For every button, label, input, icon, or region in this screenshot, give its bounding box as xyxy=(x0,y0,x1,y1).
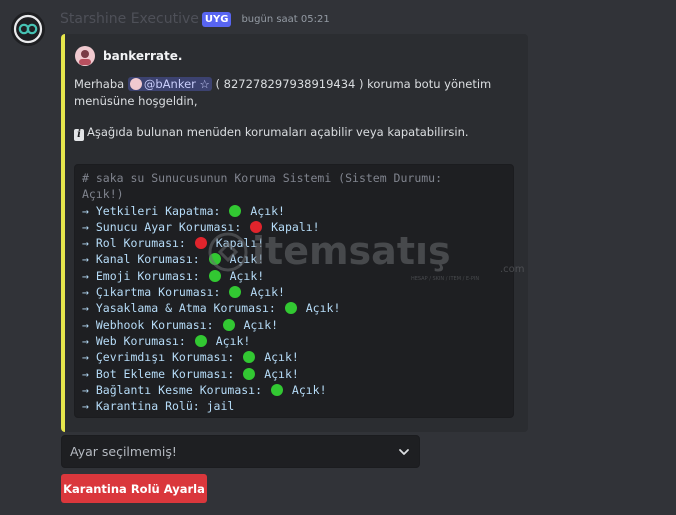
status-label: → Çevrimdışı Koruması: xyxy=(82,350,235,365)
status-value: Açık! xyxy=(291,382,327,397)
app-badge: UYG xyxy=(201,11,232,27)
green-circle-icon xyxy=(194,334,207,347)
status-label: → Rol Koruması: xyxy=(82,236,186,251)
status-label: → Çıkartma Koruması: xyxy=(82,285,221,300)
status-line: → Çevrimdışı Koruması: Açık! xyxy=(82,349,506,365)
status-line: → Yetkileri Kapatma: Açık! xyxy=(82,203,506,219)
description-line-2: menüsüne hoşgeldin, xyxy=(74,94,198,108)
settings-select-menu[interactable]: Ayar seçilmemiş! xyxy=(61,435,420,468)
author-avatar-icon xyxy=(75,46,95,66)
quarantine-role-button[interactable]: Karantina Rolü Ayarla xyxy=(61,474,207,503)
status-value: Açık! xyxy=(250,285,285,300)
embed-author: bankerrate. xyxy=(75,46,182,66)
green-circle-icon xyxy=(208,269,221,282)
green-circle-icon xyxy=(229,286,242,299)
status-line: → Çıkartma Koruması: Açık! xyxy=(82,284,506,300)
mention-text: @bAnker ☆ xyxy=(143,77,210,91)
status-value: Açık! xyxy=(215,333,251,348)
status-label: → Webhook Koruması: xyxy=(82,317,214,332)
message-header: Starshine Executive UYG bugün saat 05:21 xyxy=(60,11,330,27)
green-circle-icon xyxy=(229,204,242,217)
status-value: Açık! xyxy=(243,317,279,332)
embed-accent-bar xyxy=(61,34,65,432)
bot-logo-icon xyxy=(13,14,43,44)
status-line: → Kanal Koruması: Açık! xyxy=(82,251,506,267)
select-placeholder: Ayar seçilmemiş! xyxy=(70,444,177,459)
status-value: Açık! xyxy=(250,203,285,218)
description-line-1: Merhaba @bAnker ☆ ( 827278297938919434 )… xyxy=(74,76,491,93)
quarantine-role-line: → Karantina Rolü: jail xyxy=(82,399,235,414)
status-label: → Sunucu Ayar Koruması: xyxy=(82,219,242,234)
status-line: → Bot Ekleme Koruması: Açık! xyxy=(82,366,506,382)
status-value: Açık! xyxy=(264,350,299,365)
status-value: Kapalı! xyxy=(271,219,320,234)
status-label: → Yasaklama & Atma Koruması: xyxy=(82,301,276,316)
status-line: → Webhook Koruması: Açık! xyxy=(82,317,506,333)
status-value: Kapalı! xyxy=(215,236,265,251)
green-circle-icon xyxy=(284,302,297,315)
green-circle-icon xyxy=(243,367,256,380)
status-value: Açık! xyxy=(229,268,265,283)
status-line: → Rol Koruması: Kapalı! xyxy=(82,235,506,251)
status-line: → Emoji Koruması: Açık! xyxy=(82,268,506,284)
red-circle-icon xyxy=(194,237,207,250)
status-line: → Bağlantı Kesme Koruması: Açık! xyxy=(82,382,506,398)
user-id-text: ( 827278297938919434 ) koruma botu yönet… xyxy=(215,77,492,91)
code-comment: Açık!) xyxy=(82,187,124,202)
status-label: → Bot Ekleme Koruması: xyxy=(82,366,235,381)
info-text: Aşağıda bulunan menüden korumaları açabi… xyxy=(87,125,469,139)
code-comment: # saka su Sunucusunun Koruma Sistemi (Si… xyxy=(82,171,443,185)
chevron-down-icon xyxy=(399,448,409,455)
greeting-text: Merhaba xyxy=(74,77,125,91)
green-circle-icon xyxy=(208,253,221,266)
status-value: Açık! xyxy=(229,252,265,267)
timestamp: bugün saat 05:21 xyxy=(241,13,330,25)
mention-avatar-icon xyxy=(129,78,142,90)
status-label: → Web Koruması: xyxy=(82,333,186,348)
green-circle-icon xyxy=(270,383,283,396)
status-label: → Kanal Koruması: xyxy=(82,252,200,267)
status-value: Açık! xyxy=(264,366,299,381)
description-line-3: i Aşağıda bulunan menüden korumaları açab… xyxy=(74,124,469,141)
status-list: → Yetkileri Kapatma: Açık! → Sunucu Ayar … xyxy=(82,203,506,399)
status-value: Açık! xyxy=(305,301,341,316)
status-line: → Sunucu Ayar Koruması: Kapalı! xyxy=(82,219,506,235)
author-name[interactable]: bankerrate. xyxy=(103,49,182,63)
status-line: → Web Koruması: Açık! xyxy=(82,333,506,349)
info-icon: i xyxy=(74,129,84,141)
green-circle-icon xyxy=(243,351,256,364)
status-label: → Yetkileri Kapatma: xyxy=(82,203,221,218)
status-label: → Emoji Koruması: xyxy=(82,268,200,283)
user-mention[interactable]: @bAnker ☆ xyxy=(127,77,212,91)
embed: bankerrate. Merhaba @bAnker ☆ ( 82727829… xyxy=(61,34,528,432)
green-circle-icon xyxy=(222,318,235,331)
code-block: # saka su Sunucusunun Koruma Sistemi (Si… xyxy=(74,164,514,418)
status-label: → Bağlantı Kesme Koruması: xyxy=(82,382,263,397)
red-circle-icon xyxy=(250,220,263,233)
status-line: → Yasaklama & Atma Koruması: Açık! xyxy=(82,300,506,316)
bot-avatar[interactable] xyxy=(11,12,45,46)
username[interactable]: Starshine Executive xyxy=(60,11,199,27)
